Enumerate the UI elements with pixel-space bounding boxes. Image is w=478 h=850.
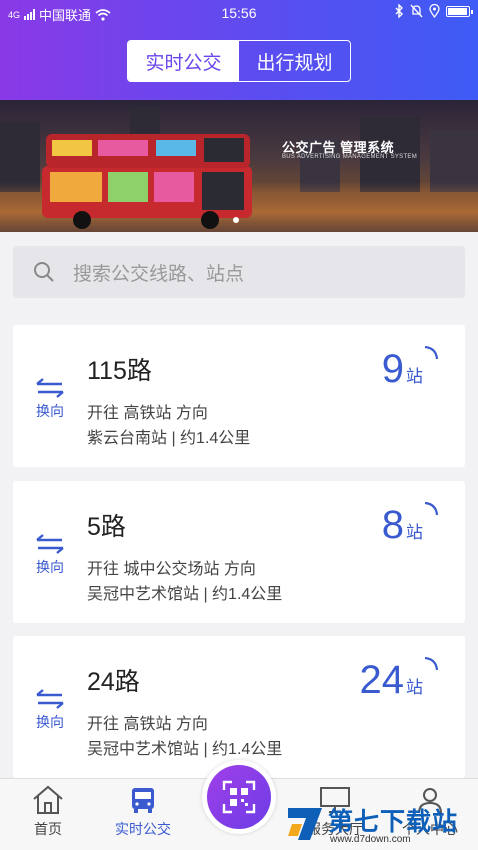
route-card[interactable]: 换向 5路 开往 城中公交场站 方向 吴冠中艺术馆站 | 约1.4公里 8 站 bbox=[13, 481, 465, 623]
watermark-text: 第七下载站 bbox=[328, 808, 459, 836]
swap-arrows-icon bbox=[36, 534, 64, 554]
route-card[interactable]: 换向 115路 开往 高铁站 方向 紫云台南站 | 约1.4公里 9 站 bbox=[13, 325, 465, 467]
swap-direction-button[interactable]: 换向 bbox=[33, 377, 67, 421]
eta-unit: 站 bbox=[406, 367, 423, 386]
swap-label: 换向 bbox=[36, 559, 64, 575]
eta: 8 站 bbox=[382, 503, 423, 548]
location-icon bbox=[429, 4, 440, 18]
watermark: 第七下载站 www.d7down.com bbox=[284, 800, 474, 848]
app-header: 4G 中国联通 15:56 实时公交 出行规划 bbox=[0, 0, 478, 100]
swap-label: 换向 bbox=[36, 403, 64, 419]
route-name: 24路 bbox=[87, 668, 140, 696]
tab-realtime-bus-label: 实时公交 bbox=[115, 821, 171, 837]
qr-scan-icon bbox=[222, 780, 256, 814]
eta: 24 站 bbox=[360, 658, 424, 703]
tab-home-label: 首页 bbox=[34, 821, 62, 837]
swap-direction-button[interactable]: 换向 bbox=[33, 533, 67, 577]
bus-image bbox=[42, 134, 252, 229]
route-direction: 开往 高铁站 方向 bbox=[87, 405, 208, 422]
loading-arc-icon bbox=[424, 501, 439, 516]
home-icon bbox=[33, 785, 63, 814]
eta: 9 站 bbox=[382, 347, 423, 392]
tab-home[interactable]: 首页 bbox=[3, 785, 93, 839]
eta-unit: 站 bbox=[406, 523, 423, 542]
nearest-stop: 紫云台南站 | 约1.4公里 bbox=[87, 430, 251, 447]
mode-switch: 实时公交 出行规划 bbox=[127, 40, 351, 82]
ad-banner[interactable]: 公交广告 管理系统 BUS ADVERTISING MANAGEMENT SYS… bbox=[0, 100, 478, 232]
nearest-stop: 吴冠中艺术馆站 | 约1.4公里 bbox=[87, 586, 283, 603]
eta-stops: 8 bbox=[381, 503, 404, 547]
search-placeholder: 搜索公交线路、站点 bbox=[73, 263, 245, 285]
route-card[interactable]: 换向 24路 开往 高铁站 方向 吴冠中艺术馆站 | 约1.4公里 24 站 bbox=[13, 636, 465, 778]
eta-stops: 9 bbox=[381, 347, 404, 391]
status-bar: 4G 中国联通 15:56 bbox=[0, 0, 478, 26]
mute-bell-icon bbox=[410, 4, 423, 18]
route-direction: 开往 高铁站 方向 bbox=[87, 716, 208, 733]
battery-icon bbox=[446, 5, 473, 17]
route-direction: 开往 城中公交场站 方向 bbox=[87, 561, 256, 578]
eta-unit: 站 bbox=[406, 678, 423, 697]
search-bar[interactable]: 搜索公交线路、站点 bbox=[13, 246, 465, 298]
swap-label: 换向 bbox=[36, 714, 64, 730]
tab-realtime-bus[interactable]: 实时公交 bbox=[128, 41, 239, 81]
loading-arc-icon bbox=[424, 656, 439, 671]
bluetooth-icon bbox=[395, 4, 403, 18]
carousel-dot[interactable] bbox=[233, 217, 239, 223]
search-icon bbox=[34, 262, 54, 282]
route-name: 5路 bbox=[87, 513, 126, 541]
swap-direction-button[interactable]: 换向 bbox=[33, 688, 67, 732]
nearest-stop: 吴冠中艺术馆站 | 约1.4公里 bbox=[87, 741, 283, 758]
swap-arrows-icon bbox=[36, 378, 64, 398]
bus-icon bbox=[132, 788, 154, 813]
loading-arc-icon bbox=[424, 345, 439, 360]
watermark-url: www.d7down.com bbox=[330, 834, 411, 845]
banner-subtitle: BUS ADVERTISING MANAGEMENT SYSTEM bbox=[282, 154, 418, 160]
route-name: 115路 bbox=[87, 357, 152, 385]
watermark-logo-icon bbox=[288, 808, 322, 840]
tab-trip-planning[interactable]: 出行规划 bbox=[239, 41, 350, 81]
tab-realtime-bus-nav[interactable]: 实时公交 bbox=[98, 785, 188, 839]
eta-stops: 24 bbox=[359, 658, 405, 702]
scan-qr-button[interactable] bbox=[202, 760, 276, 834]
swap-arrows-icon bbox=[36, 689, 64, 709]
